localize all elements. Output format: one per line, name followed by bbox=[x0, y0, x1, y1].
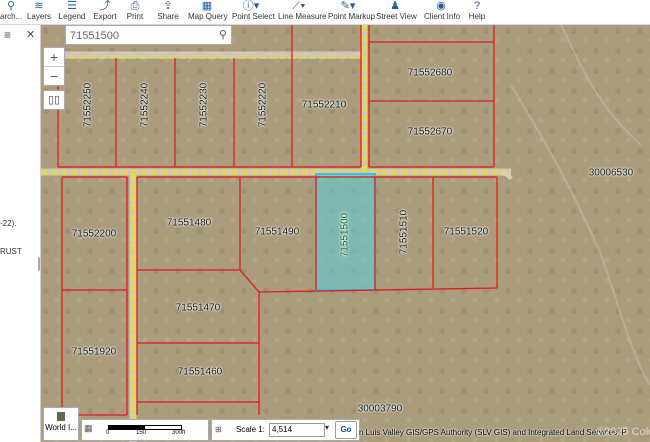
panel-resize-handle[interactable] bbox=[38, 257, 40, 271]
legend-icon: ☰ bbox=[67, 0, 77, 12]
search-tool[interactable]: ⚲ arch... bbox=[0, 0, 22, 24]
client-info-tool[interactable]: ◉ Client Info bbox=[424, 0, 460, 24]
search-icon[interactable]: ⚲ bbox=[219, 28, 227, 41]
map-query-tool[interactable]: ▦ Map Query bbox=[188, 0, 228, 24]
point-select-tool[interactable]: ⓘ▾ Point Select bbox=[232, 0, 275, 24]
listing-watermark: ©2025 Colorado bbox=[596, 426, 650, 438]
go-button[interactable]: Go bbox=[335, 421, 357, 439]
zoom-out-button[interactable]: − bbox=[44, 66, 64, 85]
print-tool[interactable]: ⎙ Print bbox=[124, 0, 146, 24]
line-measure-tool[interactable]: ⟋▾ Line Measure bbox=[278, 0, 326, 24]
ruler-icon: ⟋▾ bbox=[292, 0, 306, 12]
scale-tick-label: 150 bbox=[136, 430, 147, 436]
parcel-label[interactable]: 71551480 bbox=[167, 218, 212, 229]
help-icon: ? bbox=[473, 0, 481, 12]
map-view[interactable]: 71552250 71552240 71552230 71552220 7155… bbox=[41, 25, 650, 442]
scale-bar: ▦ 0 150 300ft bbox=[81, 419, 209, 441]
parcel-label[interactable]: 71552220 bbox=[258, 83, 269, 128]
parcel-label[interactable]: 71551470 bbox=[176, 303, 221, 314]
zoom-controls: + − bbox=[43, 47, 65, 86]
info-icon: ⓘ▾ bbox=[242, 0, 260, 12]
parcel-label[interactable]: 71551920 bbox=[72, 347, 117, 358]
bookmark-book-icon[interactable]: ▯▯ bbox=[43, 90, 65, 110]
parcel-search-box: ⚲ bbox=[65, 25, 232, 45]
parcel-label[interactable]: 71552670 bbox=[408, 127, 453, 138]
parcel-label[interactable]: 71552200 bbox=[72, 229, 117, 240]
menu-icon[interactable]: ≡ bbox=[4, 28, 11, 42]
parcel-label[interactable]: 71551510 bbox=[399, 210, 410, 255]
parcel-label[interactable]: 30006530 bbox=[589, 168, 634, 179]
parcel-label[interactable]: 71552240 bbox=[140, 83, 151, 128]
share-icon: ⇪ bbox=[163, 0, 173, 12]
scale-tick-label: 0 bbox=[106, 430, 110, 436]
calculator-icon[interactable]: ▦ bbox=[84, 423, 93, 434]
panel-text-fragment: -22). bbox=[0, 219, 17, 228]
print-icon: ⎙ bbox=[130, 0, 140, 12]
parcel-label[interactable]: 71551520 bbox=[444, 227, 489, 238]
legend-tool[interactable]: ☰ Legend bbox=[58, 0, 86, 24]
parcel-label[interactable]: 71552250 bbox=[83, 83, 94, 128]
layers-tool[interactable]: ≋ Layers bbox=[26, 0, 52, 24]
query-icon: ▦ bbox=[201, 0, 213, 12]
street-view-tool[interactable]: ♟ Street View bbox=[376, 0, 417, 24]
selected-parcel-label[interactable]: 71551500 bbox=[340, 213, 351, 258]
map-attribution: n Luis Valley GIS/GPS Authority (SLV GIS… bbox=[359, 428, 629, 437]
search-input[interactable] bbox=[66, 28, 210, 44]
toolbar: ⚲ arch... ≋ Layers ☰ Legend ⤴ Export ⎙ P… bbox=[0, 0, 650, 25]
parcel-label[interactable]: 71552230 bbox=[199, 83, 210, 128]
scale-dropdown-icon[interactable]: ▾ bbox=[325, 423, 329, 432]
markup-icon: ✎▾ bbox=[340, 0, 356, 12]
close-icon[interactable]: ✕ bbox=[26, 28, 35, 41]
parcel-label[interactable]: 71551490 bbox=[255, 227, 300, 238]
street-view-icon: ♟ bbox=[390, 0, 400, 12]
side-panel: ≡ ✕ -22). RUST bbox=[0, 25, 41, 442]
parcel-label[interactable]: 71552680 bbox=[408, 68, 453, 79]
scale-tick-label: 300ft bbox=[172, 430, 186, 436]
search-icon: ⚲ bbox=[6, 0, 16, 12]
client-info-icon: ◉ bbox=[436, 0, 446, 12]
scale-label: Scale 1: bbox=[236, 425, 265, 434]
scale-value-input[interactable]: 4,514 bbox=[269, 423, 325, 437]
layers-icon: ≋ bbox=[34, 0, 44, 12]
basemap-thumbnail bbox=[57, 412, 65, 421]
basemap-switch-button[interactable]: World I... bbox=[43, 407, 79, 441]
share-tool[interactable]: ⇪ Share bbox=[156, 0, 180, 24]
parcel-label[interactable]: 30003790 bbox=[358, 404, 403, 415]
point-markup-tool[interactable]: ✎▾ Point Markup bbox=[328, 0, 375, 24]
scale-icon: ⊞ bbox=[215, 425, 222, 434]
help-tool[interactable]: ? Help bbox=[466, 0, 488, 24]
parcel-label[interactable]: 71552210 bbox=[302, 100, 347, 111]
export-tool[interactable]: ⤴ Export bbox=[92, 0, 118, 24]
parcel-label[interactable]: 71551460 bbox=[178, 367, 223, 378]
panel-text-fragment: RUST bbox=[0, 247, 22, 256]
zoom-in-button[interactable]: + bbox=[44, 48, 64, 66]
export-icon: ⤴ bbox=[99, 0, 111, 12]
basemap-label: World I... bbox=[45, 423, 77, 432]
